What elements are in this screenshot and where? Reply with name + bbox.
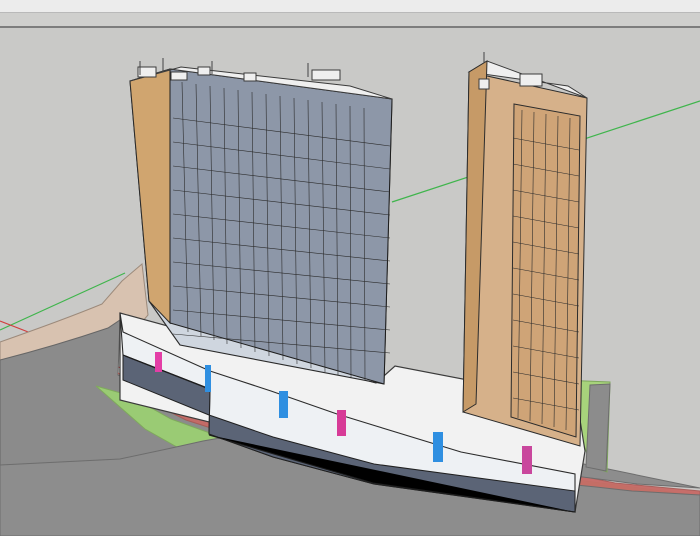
road-right [585, 383, 611, 472]
app-window [0, 0, 700, 536]
3d-viewport[interactable] [0, 28, 700, 536]
top-toolbar-strip [0, 0, 700, 13]
scene-svg[interactable] [0, 28, 700, 536]
toolbar-placeholder [0, 0, 680, 11]
